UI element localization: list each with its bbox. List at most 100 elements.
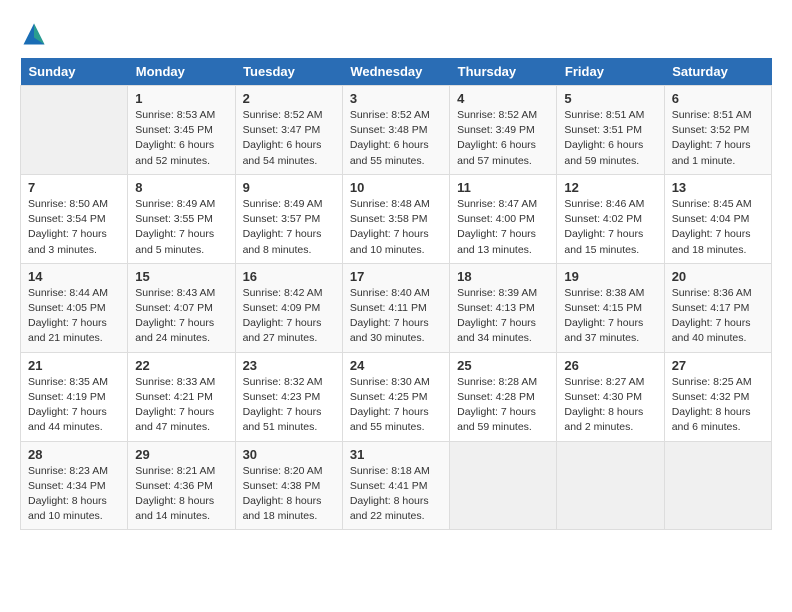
day-number: 21 — [28, 358, 120, 373]
cell-info: Sunrise: 8:44 AM Sunset: 4:05 PM Dayligh… — [28, 286, 120, 347]
day-number: 23 — [243, 358, 335, 373]
day-number: 3 — [350, 91, 442, 106]
cell-info: Sunrise: 8:35 AM Sunset: 4:19 PM Dayligh… — [28, 375, 120, 436]
page-header — [20, 20, 772, 48]
logo — [20, 20, 52, 48]
calendar-cell: 24Sunrise: 8:30 AM Sunset: 4:25 PM Dayli… — [342, 352, 449, 441]
calendar-cell: 16Sunrise: 8:42 AM Sunset: 4:09 PM Dayli… — [235, 263, 342, 352]
calendar-week-row: 7Sunrise: 8:50 AM Sunset: 3:54 PM Daylig… — [21, 174, 772, 263]
calendar-cell — [450, 441, 557, 530]
day-number: 24 — [350, 358, 442, 373]
calendar-cell: 11 Sunrise: 8:47 AM Sunset: 4:00 PM Dayli… — [450, 174, 557, 263]
calendar-cell: 27 Sunrise: 8:25 AM Sunset: 4:32 PM Dayli… — [664, 352, 771, 441]
calendar-cell: 14 Sunrise: 8:44 AM Sunset: 4:05 PM Dayli… — [21, 263, 128, 352]
cell-info: Sunrise: 8:21 AM Sunset: 4:36 PM Dayligh… — [135, 464, 227, 525]
calendar-cell: 8Sunrise: 8:49 AM Sunset: 3:55 PM Daylig… — [128, 174, 235, 263]
calendar-cell: 25Sunrise: 8:28 AM Sunset: 4:28 PM Dayli… — [450, 352, 557, 441]
cell-info: Sunrise: 8:36 AM Sunset: 4:17 PM Dayligh… — [672, 286, 764, 347]
cell-info: Sunrise: 8:38 AM Sunset: 4:15 PM Dayligh… — [564, 286, 656, 347]
cell-info: Sunrise: 8:25 AM Sunset: 4:32 PM Dayligh… — [672, 375, 764, 436]
day-number: 26 — [564, 358, 656, 373]
calendar-cell: 7Sunrise: 8:50 AM Sunset: 3:54 PM Daylig… — [21, 174, 128, 263]
calendar-cell — [664, 441, 771, 530]
day-number: 29 — [135, 447, 227, 462]
calendar-week-row: 1 Sunrise: 8:53 AM Sunset: 3:45 PM Daylig… — [21, 86, 772, 175]
calendar-cell: 23 Sunrise: 8:32 AM Sunset: 4:23 PM Dayli… — [235, 352, 342, 441]
day-number: 14 — [28, 269, 120, 284]
day-number: 31 — [350, 447, 442, 462]
cell-info: Sunrise: 8:47 AM Sunset: 4:00 PM Dayligh… — [457, 197, 549, 258]
cell-info: Sunrise: 8:53 AM Sunset: 3:45 PM Dayligh… — [135, 108, 227, 169]
calendar-cell: 9Sunrise: 8:49 AM Sunset: 3:57 PM Daylig… — [235, 174, 342, 263]
day-number: 19 — [564, 269, 656, 284]
col-header-saturday: Saturday — [664, 58, 771, 86]
cell-info: Sunrise: 8:48 AM Sunset: 3:58 PM Dayligh… — [350, 197, 442, 258]
calendar-cell: 29 Sunrise: 8:21 AM Sunset: 4:36 PM Dayli… — [128, 441, 235, 530]
day-number: 20 — [672, 269, 764, 284]
col-header-thursday: Thursday — [450, 58, 557, 86]
day-number: 17 — [350, 269, 442, 284]
day-number: 10 — [350, 180, 442, 195]
calendar-cell: 28 Sunrise: 8:23 AM Sunset: 4:34 PM Dayli… — [21, 441, 128, 530]
calendar-cell: 5 Sunrise: 8:51 AM Sunset: 3:51 PM Daylig… — [557, 86, 664, 175]
day-number: 12 — [564, 180, 656, 195]
cell-info: Sunrise: 8:52 AM Sunset: 3:49 PM Dayligh… — [457, 108, 549, 169]
calendar-cell: 3 Sunrise: 8:52 AM Sunset: 3:48 PM Daylig… — [342, 86, 449, 175]
calendar-cell: 31 Sunrise: 8:18 AM Sunset: 4:41 PM Dayli… — [342, 441, 449, 530]
calendar-cell: 19 Sunrise: 8:38 AM Sunset: 4:15 PM Dayli… — [557, 263, 664, 352]
cell-info: Sunrise: 8:18 AM Sunset: 4:41 PM Dayligh… — [350, 464, 442, 525]
calendar-cell: 6Sunrise: 8:51 AM Sunset: 3:52 PM Daylig… — [664, 86, 771, 175]
day-number: 6 — [672, 91, 764, 106]
day-number: 28 — [28, 447, 120, 462]
day-number: 18 — [457, 269, 549, 284]
cell-info: Sunrise: 8:46 AM Sunset: 4:02 PM Dayligh… — [564, 197, 656, 258]
cell-info: Sunrise: 8:51 AM Sunset: 3:51 PM Dayligh… — [564, 108, 656, 169]
day-number: 7 — [28, 180, 120, 195]
cell-info: Sunrise: 8:27 AM Sunset: 4:30 PM Dayligh… — [564, 375, 656, 436]
calendar-cell: 2 Sunrise: 8:52 AM Sunset: 3:47 PM Daylig… — [235, 86, 342, 175]
day-number: 1 — [135, 91, 227, 106]
day-number: 5 — [564, 91, 656, 106]
calendar-cell: 30Sunrise: 8:20 AM Sunset: 4:38 PM Dayli… — [235, 441, 342, 530]
col-header-tuesday: Tuesday — [235, 58, 342, 86]
calendar-cell: 4 Sunrise: 8:52 AM Sunset: 3:49 PM Daylig… — [450, 86, 557, 175]
cell-info: Sunrise: 8:33 AM Sunset: 4:21 PM Dayligh… — [135, 375, 227, 436]
col-header-wednesday: Wednesday — [342, 58, 449, 86]
day-number: 22 — [135, 358, 227, 373]
calendar-cell: 17 Sunrise: 8:40 AM Sunset: 4:11 PM Dayli… — [342, 263, 449, 352]
cell-info: Sunrise: 8:52 AM Sunset: 3:48 PM Dayligh… — [350, 108, 442, 169]
calendar-cell: 18 Sunrise: 8:39 AM Sunset: 4:13 PM Dayli… — [450, 263, 557, 352]
day-number: 4 — [457, 91, 549, 106]
day-number: 2 — [243, 91, 335, 106]
calendar-cell: 12 Sunrise: 8:46 AM Sunset: 4:02 PM Dayli… — [557, 174, 664, 263]
cell-info: Sunrise: 8:23 AM Sunset: 4:34 PM Dayligh… — [28, 464, 120, 525]
cell-info: Sunrise: 8:49 AM Sunset: 3:55 PM Dayligh… — [135, 197, 227, 258]
calendar-cell: 22 Sunrise: 8:33 AM Sunset: 4:21 PM Dayli… — [128, 352, 235, 441]
cell-info: Sunrise: 8:45 AM Sunset: 4:04 PM Dayligh… — [672, 197, 764, 258]
cell-info: Sunrise: 8:40 AM Sunset: 4:11 PM Dayligh… — [350, 286, 442, 347]
calendar-cell: 26 Sunrise: 8:27 AM Sunset: 4:30 PM Dayli… — [557, 352, 664, 441]
col-header-friday: Friday — [557, 58, 664, 86]
day-number: 13 — [672, 180, 764, 195]
col-header-sunday: Sunday — [21, 58, 128, 86]
col-header-monday: Monday — [128, 58, 235, 86]
cell-info: Sunrise: 8:43 AM Sunset: 4:07 PM Dayligh… — [135, 286, 227, 347]
calendar-table: SundayMondayTuesdayWednesdayThursdayFrid… — [20, 58, 772, 530]
calendar-week-row: 28 Sunrise: 8:23 AM Sunset: 4:34 PM Dayli… — [21, 441, 772, 530]
calendar-week-row: 14 Sunrise: 8:44 AM Sunset: 4:05 PM Dayli… — [21, 263, 772, 352]
cell-info: Sunrise: 8:20 AM Sunset: 4:38 PM Dayligh… — [243, 464, 335, 525]
cell-info: Sunrise: 8:28 AM Sunset: 4:28 PM Dayligh… — [457, 375, 549, 436]
calendar-cell — [557, 441, 664, 530]
cell-info: Sunrise: 8:39 AM Sunset: 4:13 PM Dayligh… — [457, 286, 549, 347]
day-number: 27 — [672, 358, 764, 373]
cell-info: Sunrise: 8:52 AM Sunset: 3:47 PM Dayligh… — [243, 108, 335, 169]
day-number: 15 — [135, 269, 227, 284]
logo-icon — [20, 20, 48, 48]
calendar-cell — [21, 86, 128, 175]
cell-info: Sunrise: 8:32 AM Sunset: 4:23 PM Dayligh… — [243, 375, 335, 436]
day-number: 16 — [243, 269, 335, 284]
day-number: 11 — [457, 180, 549, 195]
calendar-cell: 10 Sunrise: 8:48 AM Sunset: 3:58 PM Dayli… — [342, 174, 449, 263]
calendar-header-row: SundayMondayTuesdayWednesdayThursdayFrid… — [21, 58, 772, 86]
cell-info: Sunrise: 8:49 AM Sunset: 3:57 PM Dayligh… — [243, 197, 335, 258]
